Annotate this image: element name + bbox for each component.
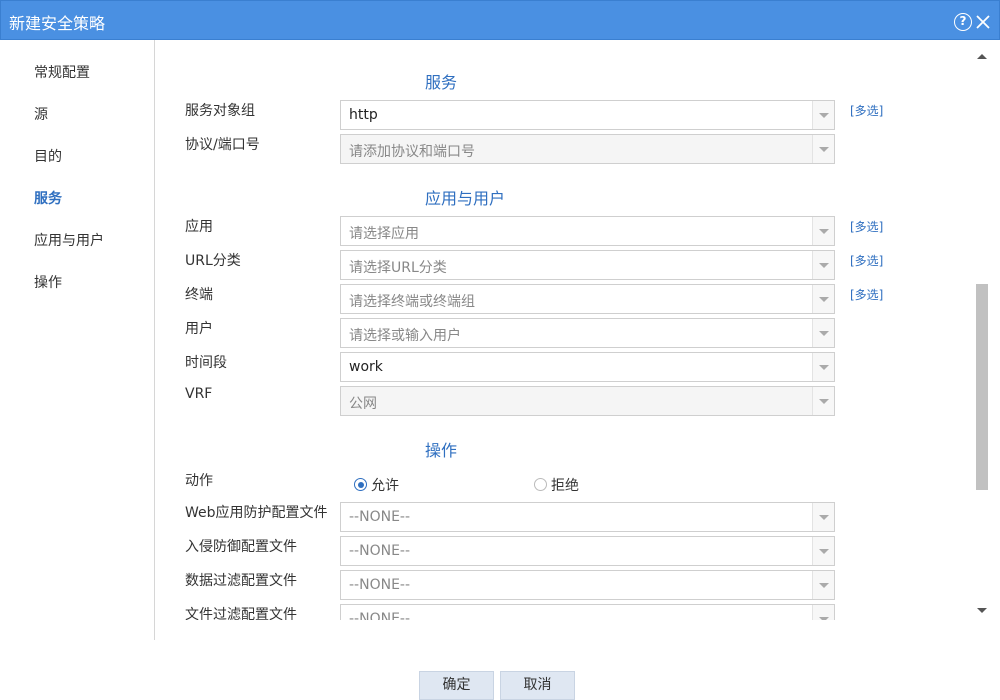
dialog-titlebar: 新建安全策略 ? [0, 0, 1000, 40]
user-select[interactable]: 请选择或输入用户 [340, 318, 835, 348]
sidebar-item-service[interactable]: 服务 [34, 188, 62, 208]
url-category-multi-link[interactable]: [多选] [850, 252, 883, 269]
action-label: 动作 [185, 473, 213, 489]
sidebar-item-action[interactable]: 操作 [34, 272, 62, 292]
file-filter-profile-label: 文件过滤配置文件 [185, 607, 297, 620]
time-range-value: work [349, 359, 383, 375]
scroll-up-icon[interactable] [977, 54, 987, 59]
section-title-service: 服务 [425, 73, 458, 92]
sidebar-item-app-user[interactable]: 应用与用户 [34, 230, 104, 250]
close-icon[interactable] [973, 12, 993, 32]
chevron-down-icon[interactable] [812, 537, 834, 565]
section-title-app-user: 应用与用户 [425, 189, 506, 208]
vertical-scrollbar[interactable] [974, 46, 991, 620]
protocol-port-placeholder: 请添加协议和端口号 [349, 144, 475, 160]
vrf-value: 公网 [349, 396, 377, 412]
application-select[interactable]: 请选择应用 [340, 216, 835, 246]
protocol-port-label: 协议/端口号 [185, 137, 260, 153]
cancel-button[interactable]: 取消 [500, 671, 575, 700]
chevron-down-icon[interactable] [812, 605, 834, 620]
chevron-down-icon[interactable] [812, 285, 834, 313]
time-range-label: 时间段 [185, 355, 227, 371]
chevron-down-icon[interactable] [812, 101, 834, 129]
chevron-down-icon[interactable] [812, 251, 834, 279]
ips-profile-select[interactable]: --NONE-- [340, 536, 835, 566]
section-title-action: 操作 [425, 441, 458, 460]
allow-radio-label[interactable]: 允许 [371, 475, 399, 495]
url-category-label: URL分类 [185, 253, 241, 269]
allow-radio[interactable] [354, 478, 367, 491]
user-label: 用户 [185, 321, 213, 337]
ips-profile-value: --NONE-- [349, 543, 411, 559]
vrf-label: VRF [185, 386, 213, 402]
deny-radio-label[interactable]: 拒绝 [551, 475, 579, 495]
waf-profile-value: --NONE-- [349, 509, 411, 525]
terminal-select[interactable]: 请选择终端或终端组 [340, 284, 835, 314]
service-object-group-multi-link[interactable]: [多选] [850, 102, 883, 119]
chevron-down-icon[interactable] [812, 135, 834, 163]
sidebar-item-general[interactable]: 常规配置 [34, 62, 90, 82]
chevron-down-icon[interactable] [812, 571, 834, 599]
application-multi-link[interactable]: [多选] [850, 218, 883, 235]
ips-profile-label: 入侵防御配置文件 [185, 539, 297, 555]
service-object-group-label: 服务对象组 [185, 103, 255, 119]
chevron-down-icon[interactable] [812, 353, 834, 381]
protocol-port-select[interactable]: 请添加协议和端口号 [340, 134, 835, 164]
sidebar-item-source[interactable]: 源 [34, 104, 48, 124]
time-range-select[interactable]: work [340, 352, 835, 382]
terminal-multi-link[interactable]: [多选] [850, 286, 883, 303]
file-filter-profile-value: --NONE-- [349, 611, 411, 620]
help-icon[interactable]: ? [954, 13, 972, 31]
service-object-group-select[interactable]: http [340, 100, 835, 130]
scrollbar-thumb[interactable] [976, 284, 988, 490]
dialog-title: 新建安全策略 [9, 14, 106, 33]
application-label: 应用 [185, 219, 213, 235]
application-placeholder: 请选择应用 [349, 226, 419, 242]
form-content: 服务 服务对象组 http [多选] 协议/端口号 请添加协议和端口号 应用与用… [156, 40, 974, 620]
vrf-select[interactable]: 公网 [340, 386, 835, 416]
terminal-label: 终端 [185, 287, 213, 303]
chevron-down-icon[interactable] [812, 319, 834, 347]
terminal-placeholder: 请选择终端或终端组 [349, 294, 475, 310]
service-object-group-value: http [349, 107, 378, 123]
sidebar-nav: 常规配置 源 目的 服务 应用与用户 操作 [0, 40, 155, 640]
chevron-down-icon[interactable] [812, 503, 834, 531]
chevron-down-icon[interactable] [812, 217, 834, 245]
scroll-down-icon[interactable] [977, 608, 987, 613]
waf-profile-select[interactable]: --NONE-- [340, 502, 835, 532]
waf-profile-label: Web应用防护配置文件 [185, 505, 328, 521]
chevron-down-icon[interactable] [812, 387, 834, 415]
data-filter-profile-label: 数据过滤配置文件 [185, 573, 297, 589]
file-filter-profile-select[interactable]: --NONE-- [340, 604, 835, 620]
url-category-placeholder: 请选择URL分类 [349, 260, 447, 276]
sidebar-item-destination[interactable]: 目的 [34, 146, 62, 166]
ok-button[interactable]: 确定 [419, 671, 494, 700]
user-placeholder: 请选择或输入用户 [349, 328, 461, 344]
data-filter-profile-select[interactable]: --NONE-- [340, 570, 835, 600]
deny-radio[interactable] [534, 478, 547, 491]
url-category-select[interactable]: 请选择URL分类 [340, 250, 835, 280]
data-filter-profile-value: --NONE-- [349, 577, 411, 593]
